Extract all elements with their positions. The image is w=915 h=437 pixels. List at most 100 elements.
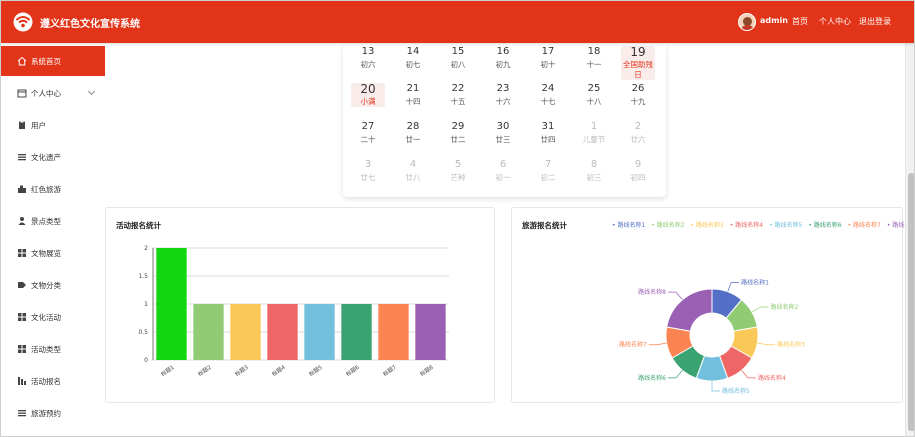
calendar-day[interactable]: 26 十九 xyxy=(623,83,653,107)
pie-label: 路线名称6 xyxy=(638,374,666,382)
sidebar-item-label: 红色旅游 xyxy=(31,184,61,194)
calendar-day[interactable]: 23 十六 xyxy=(488,83,518,107)
top-bar: 遵义红色文化宣传系统 admin 首页 个人中心 退出登录 xyxy=(1,1,914,43)
sidebar-item-relic-category[interactable]: 文物分类 xyxy=(1,270,105,300)
calendar-day[interactable]: 8 初三 xyxy=(579,159,609,183)
calendar-day-number: 21 xyxy=(406,83,420,94)
calendar-day-lunar: 廿四 xyxy=(540,135,556,144)
bar[interactable] xyxy=(304,304,335,360)
calendar-day-number: 26 xyxy=(631,83,645,94)
calendar-day-lunar: 初二 xyxy=(540,173,556,182)
bar[interactable] xyxy=(193,304,224,360)
scrollbar-thumb[interactable] xyxy=(908,173,914,431)
sidebar-item-label: 活动类型 xyxy=(31,344,61,354)
calendar-day[interactable]: 30 廿三 xyxy=(488,121,518,145)
calendar-day[interactable]: 21 十四 xyxy=(398,83,428,107)
calendar-day[interactable]: 28 廿一 xyxy=(398,121,428,145)
bar[interactable] xyxy=(415,304,446,360)
bar[interactable] xyxy=(341,304,372,360)
chevron-down-icon xyxy=(87,87,96,96)
sidebar-item-tour-booking[interactable]: 旅游预约 xyxy=(1,398,105,428)
calendar-day[interactable]: 31 廿四 xyxy=(533,121,563,145)
pie-label: 路线名称1 xyxy=(741,278,769,286)
activity-signup-chart-card: 活动报名统计 0 0.5 1 1.5 2 标题1 标题2 标题3 标题4 标题5 标题6 标题7 标题8 xyxy=(105,207,495,403)
calendar-day[interactable]: 3 廿七 xyxy=(353,159,383,183)
calendar-day[interactable]: 27 二十 xyxy=(353,121,383,145)
calendar-day[interactable]: 17 初十 xyxy=(533,46,563,70)
sidebar-item-user[interactable]: 用户 xyxy=(1,110,105,140)
scrollbar[interactable] xyxy=(905,43,914,436)
list-icon xyxy=(17,408,27,418)
nav-logout-link[interactable]: 退出登录 xyxy=(859,16,891,27)
pie-label-line xyxy=(727,282,740,292)
pie-slice[interactable] xyxy=(666,288,713,332)
calendar-day[interactable]: 18 十一 xyxy=(579,46,609,70)
sidebar-item-activity-type[interactable]: 活动类型 xyxy=(1,334,105,364)
sidebar-item-home[interactable]: 系统首页 xyxy=(1,46,105,76)
calendar-day[interactable]: 20 小满 xyxy=(351,83,385,107)
calendar-day[interactable]: 6 初一 xyxy=(488,159,518,183)
sidebar: 系统首页 个人中心 用户 文化遗产 红色旅游 景点类型 文物展览 文物分类 文化… xyxy=(1,43,105,436)
calendar-day[interactable]: 14 初七 xyxy=(398,46,428,70)
calendar-day-lunar: 二十 xyxy=(360,135,376,144)
sidebar-item-activity-signup[interactable]: 活动报名 xyxy=(1,366,105,396)
y-tick-label: 0.5 xyxy=(138,329,148,336)
calendar-day-number: 31 xyxy=(541,121,555,132)
calendar-day[interactable]: 19 全国助残日 xyxy=(621,46,655,80)
calendar-day[interactable]: 4 廿八 xyxy=(398,159,428,183)
sidebar-item-label: 文化活动 xyxy=(31,312,61,322)
calendar-day-number: 27 xyxy=(361,121,375,132)
sidebar-item-profile[interactable]: 个人中心 xyxy=(1,78,105,108)
sidebar-item-culture-activity[interactable]: 文化活动 xyxy=(1,302,105,332)
pie-label: 路线名称5 xyxy=(722,387,750,395)
calendar-day[interactable]: 24 十七 xyxy=(533,83,563,107)
calendar-day[interactable]: 5 芒种 xyxy=(443,159,473,183)
sidebar-item-spot-type[interactable]: 景点类型 xyxy=(1,206,105,236)
x-tick-label: 标题4 xyxy=(270,363,287,378)
home-icon xyxy=(17,56,27,66)
calendar-day[interactable]: 25 十八 xyxy=(579,83,609,107)
calendar-day[interactable]: 16 初九 xyxy=(488,46,518,70)
calendar-day[interactable]: 7 初二 xyxy=(533,159,563,183)
bar[interactable] xyxy=(378,304,409,360)
x-tick-label: 标题2 xyxy=(196,363,212,378)
bar[interactable] xyxy=(267,304,298,360)
logo-icon xyxy=(13,12,33,32)
calendar-day-number: 15 xyxy=(451,46,465,57)
x-tick-label: 标题3 xyxy=(233,363,250,378)
bar[interactable] xyxy=(230,304,261,360)
username: admin xyxy=(760,16,788,25)
calendar-day[interactable]: 29 廿二 xyxy=(443,121,473,145)
calendar-day[interactable]: 15 初八 xyxy=(443,46,473,70)
nav-profile-link[interactable]: 个人中心 xyxy=(819,16,851,27)
calendar-day-lunar: 初四 xyxy=(630,173,646,182)
calendar-day[interactable]: 2 廿六 xyxy=(623,121,653,145)
calendar-day[interactable]: 9 初四 xyxy=(623,159,653,183)
calendar-day-lunar: 十六 xyxy=(495,97,511,106)
calendar-icon xyxy=(17,88,27,98)
nav-home-link[interactable]: 首页 xyxy=(792,16,808,27)
y-tick-label: 0 xyxy=(144,357,148,364)
avatar[interactable] xyxy=(738,13,756,31)
bar-chart: 0 0.5 1 1.5 2 标题1 标题2 标题3 标题4 标题5 标题6 标题7 标题8 xyxy=(138,245,449,378)
sidebar-item-red-tourism[interactable]: 红色旅游 xyxy=(1,174,105,204)
calendar-day-number: 1 xyxy=(590,121,598,132)
sidebar-item-heritage[interactable]: 文化遗产 xyxy=(1,142,105,172)
sidebar-item-label: 个人中心 xyxy=(31,88,61,98)
x-tick-label: 标题7 xyxy=(381,363,398,378)
calendar-day[interactable]: 13 初六 xyxy=(353,46,383,70)
sidebar-item-label: 旅游预约 xyxy=(31,408,61,418)
flag-icon xyxy=(17,184,27,194)
bar[interactable] xyxy=(156,248,187,360)
calendar-day-number: 14 xyxy=(406,46,420,57)
sidebar-item-label: 文化遗产 xyxy=(31,152,61,162)
calendar-day-lunar: 廿一 xyxy=(405,135,421,144)
calendar-day[interactable]: 22 十五 xyxy=(443,83,473,107)
y-tick-label: 2 xyxy=(144,245,148,252)
calendar-day[interactable]: 1 儿童节 xyxy=(579,121,609,145)
y-tick-label: 1.5 xyxy=(138,273,148,280)
pie-label: 路线名称2 xyxy=(770,303,798,311)
sidebar-item-label: 活动报名 xyxy=(31,376,61,386)
sidebar-item-relic-exhibit[interactable]: 文物展览 xyxy=(1,238,105,268)
sidebar-item-label: 景点类型 xyxy=(31,216,61,226)
